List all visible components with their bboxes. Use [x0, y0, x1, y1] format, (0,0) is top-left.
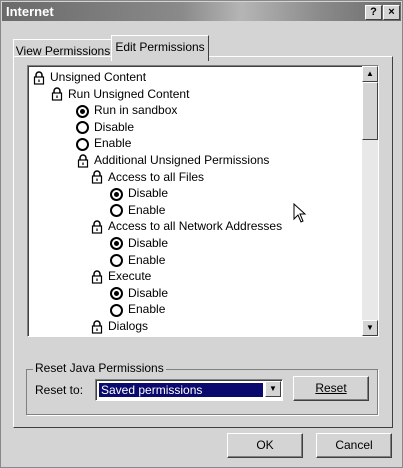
lock-icon	[90, 270, 104, 284]
tree-item-label: Access to all Network Addresses	[108, 219, 283, 234]
lock-icon	[90, 170, 104, 185]
radio-unselected-icon[interactable]	[76, 121, 89, 135]
tree-item-label: Run Unsigned Content	[68, 86, 190, 101]
tree-node[interactable]: Execute	[90, 268, 151, 284]
internet-permissions-window: Internet ? × View Permissions Edit Permi…	[0, 0, 403, 468]
radio-selected-icon[interactable]	[76, 104, 89, 118]
tree-item-label: Dialogs	[108, 319, 149, 333]
radio-option[interactable]: Disable	[110, 285, 168, 301]
radio-unselected-icon[interactable]	[110, 204, 123, 218]
reset-to-value: Saved permissions	[99, 383, 263, 397]
title-bar[interactable]: Internet ? ×	[2, 2, 401, 21]
radio-unselected-icon[interactable]	[76, 137, 89, 151]
vertical-scrollbar[interactable]: ▲ ▼	[362, 66, 378, 336]
tree-node[interactable]: Access to all Network Addresses	[90, 218, 282, 234]
tab-edit-permissions[interactable]: Edit Permissions	[111, 35, 209, 61]
tree-item-label: Access to all Files	[108, 169, 205, 184]
radio-unselected-icon[interactable]	[110, 303, 123, 317]
mouse-pointer-icon	[293, 203, 307, 223]
radio-option[interactable]: Disable	[76, 119, 134, 135]
tree-item-label: Enable	[128, 252, 166, 267]
close-button[interactable]: ×	[383, 5, 400, 20]
lock-icon	[50, 87, 64, 102]
lock-icon	[90, 220, 104, 234]
tree-node[interactable]: Run Unsigned Content	[50, 86, 189, 102]
cancel-button[interactable]: Cancel	[316, 433, 392, 458]
lock-icon	[76, 154, 90, 168]
tree-node[interactable]: Additional Unsigned Permissions	[76, 152, 269, 168]
tree-item-label: Enable	[128, 202, 166, 217]
lock-icon	[90, 320, 104, 334]
radio-option[interactable]: Disable	[110, 185, 168, 201]
tree-item-label: Execute	[108, 269, 152, 284]
tree-item-label: Disable	[128, 285, 169, 300]
scroll-thumb[interactable]	[362, 82, 378, 140]
radio-option[interactable]: Enable	[110, 301, 165, 317]
tree-node[interactable]: Dialogs	[90, 318, 148, 334]
tree-node[interactable]: Access to all Files	[90, 169, 204, 185]
reset-to-label: Reset to:	[35, 383, 84, 397]
tree-node[interactable]: Unsigned Content	[32, 69, 146, 85]
radio-option[interactable]: Disable	[110, 235, 168, 251]
reset-button[interactable]: Reset	[293, 376, 369, 401]
radio-selected-icon[interactable]	[110, 287, 123, 301]
radio-selected-icon[interactable]	[110, 237, 123, 251]
radio-option[interactable]: Enable	[110, 202, 165, 218]
radio-option[interactable]: Enable	[76, 135, 131, 151]
reset-button-label: Reset	[315, 381, 347, 395]
group-title: Reset Java Permissions	[33, 361, 166, 375]
radio-unselected-icon[interactable]	[110, 253, 123, 267]
tree-item-label: Unsigned Content	[50, 70, 147, 84]
scroll-down-button[interactable]: ▼	[362, 320, 378, 336]
tree-item-label: Disable	[128, 186, 169, 201]
window-title: Internet	[6, 4, 54, 19]
tree-item-label: Enable	[128, 302, 166, 317]
help-button[interactable]: ?	[365, 5, 382, 20]
lock-icon	[32, 71, 46, 85]
tree-item-label: Disable	[128, 236, 169, 250]
radio-selected-icon[interactable]	[110, 187, 123, 201]
tree-item-label: Enable	[94, 136, 132, 151]
radio-option[interactable]: Run in sandbox	[76, 102, 177, 118]
tree-item-label: Run in sandbox	[94, 103, 178, 118]
permissions-tree[interactable]: Dialogs Enable Disable Execute Enable Disable…	[27, 65, 379, 337]
chevron-down-icon[interactable]: ▼	[265, 381, 281, 397]
reset-to-select[interactable]: Saved permissions ▼	[95, 379, 283, 401]
ok-button[interactable]: OK	[227, 433, 303, 458]
scroll-up-button[interactable]: ▲	[362, 66, 378, 82]
radio-option[interactable]: Enable	[110, 252, 165, 268]
tree-item-label: Additional Unsigned Permissions	[94, 153, 270, 167]
tree-item-label: Disable	[94, 119, 135, 134]
